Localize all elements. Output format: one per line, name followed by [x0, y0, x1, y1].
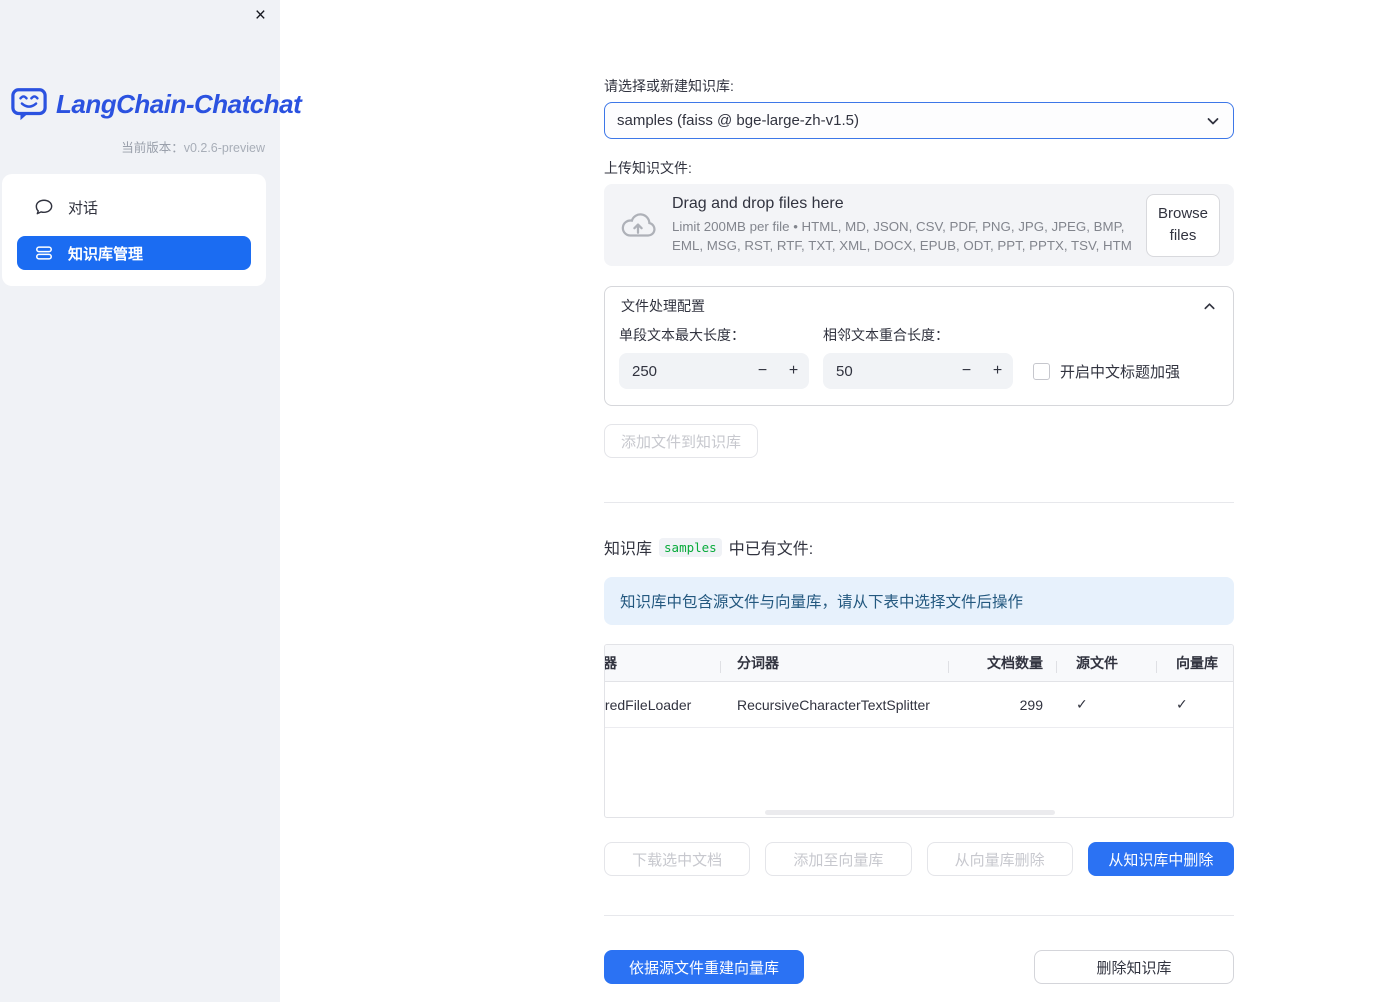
- chunk-size-field: 单段文本最大长度： 250 − +: [619, 325, 809, 389]
- kb-select-label: 请选择或新建知识库:: [604, 78, 734, 94]
- logo-text: LangChain-Chatchat: [56, 88, 302, 119]
- kb-selectbox[interactable]: samples (faiss @ bge-large-zh-v1.5): [604, 102, 1234, 139]
- add-to-vector-store-button[interactable]: 添加至向量库: [765, 842, 912, 876]
- column-header-source-file[interactable]: 源文件: [1056, 653, 1156, 673]
- chat-bubble-icon: [34, 198, 54, 216]
- kb-files-heading: 知识库 samples 中已有文件:: [604, 535, 1234, 559]
- column-header-vector-store[interactable]: 向量库: [1156, 653, 1233, 673]
- overlap-size-stepper[interactable]: 50 − +: [823, 353, 1013, 389]
- version-line: 当前版本：v0.2.6-preview: [0, 137, 280, 156]
- chunk-size-stepper[interactable]: 250 − +: [619, 353, 809, 389]
- file-action-buttons: 下载选中文档 添加至向量库 从向量库删除 从知识库中删除: [604, 842, 1234, 876]
- cell-docs-count: 299: [1019, 696, 1043, 713]
- table-horizontal-scrollbar[interactable]: [765, 810, 1055, 815]
- kb-global-buttons: 依据源文件重建向量库 删除知识库: [604, 950, 1234, 984]
- upload-label: 上传知识文件:: [604, 160, 692, 176]
- sidebar-menu: 对话 知识库管理: [2, 174, 266, 286]
- app-logo: LangChain-Chatchat: [10, 86, 302, 122]
- column-header-docs-count[interactable]: 文档数量: [948, 653, 1056, 673]
- main-area: 请选择或新建知识库: samples (faiss @ bge-large-zh…: [280, 0, 1380, 1002]
- cell-source-file-check: ✓: [1076, 696, 1088, 712]
- dropzone-title: Drag and drop files here: [672, 194, 844, 212]
- overlap-size-field: 相邻文本重合长度： 50 − +: [823, 325, 1013, 389]
- delete-from-kb-button[interactable]: 从知识库中删除: [1087, 842, 1234, 876]
- kb-name-code: samples: [659, 537, 722, 557]
- delete-from-vector-store-button[interactable]: 从向量库删除: [926, 842, 1073, 876]
- close-sidebar-icon[interactable]: ×: [255, 6, 266, 25]
- divider: [604, 915, 1234, 916]
- chevron-down-icon: [1205, 113, 1221, 129]
- table-row[interactable]: UnstructuredFileLoader RecursiveCharacte…: [605, 682, 1233, 728]
- minus-icon[interactable]: −: [747, 362, 778, 380]
- sidebar-item-label: 知识库管理: [68, 245, 144, 263]
- kb-select-value: samples (faiss @ bge-large-zh-v1.5): [617, 112, 859, 129]
- logo-chat-smiley-icon: [10, 86, 48, 122]
- divider: [604, 502, 1234, 503]
- kb-files-prefix: 知识库: [604, 541, 653, 558]
- rebuild-vector-store-button[interactable]: 依据源文件重建向量库: [604, 950, 804, 984]
- column-header-loader[interactable]: 文档加载器: [605, 653, 720, 673]
- plus-icon[interactable]: +: [778, 362, 809, 380]
- file-config-expander: 文件处理配置 单段文本最大长度： 250 − + 相邻文本重合长度： 50 − …: [604, 286, 1234, 406]
- file-dropzone[interactable]: Drag and drop files here Limit 200MB per…: [604, 184, 1234, 266]
- sidebar-item-dialogue[interactable]: 对话: [17, 190, 251, 224]
- download-selected-button[interactable]: 下载选中文档: [604, 842, 751, 876]
- expander-title: 文件处理配置: [621, 298, 705, 314]
- sidebar: × LangChain-Chatchat 当前版本：v0.2.6-preview…: [0, 0, 302, 1002]
- chevron-up-icon: [1202, 299, 1217, 314]
- version-value: v0.2.6-preview: [183, 141, 265, 155]
- cell-loader: UnstructuredFileLoader: [605, 696, 692, 713]
- sidebar-item-label: 对话: [68, 199, 99, 217]
- overlap-size-label: 相邻文本重合长度：: [823, 327, 949, 343]
- add-files-to-kb-button[interactable]: 添加文件到知识库: [604, 424, 759, 458]
- dropzone-limit-text: Limit 200MB per file • HTML, MD, JSON, C…: [672, 218, 1132, 253]
- chunk-size-value[interactable]: 250: [619, 363, 747, 380]
- expander-header[interactable]: 文件处理配置: [605, 287, 1233, 325]
- zh-title-enhance-checkbox[interactable]: [1033, 362, 1050, 380]
- cell-splitter: RecursiveCharacterTextSplitter: [737, 696, 930, 713]
- info-alert-text: 知识库中包含源文件与向量库，请从下表中选择文件后操作: [620, 594, 1024, 611]
- browse-files-button[interactable]: Browse files: [1146, 193, 1220, 257]
- expander-body: 单段文本最大长度： 250 − + 相邻文本重合长度： 50 − + 开启中文标…: [605, 325, 1233, 405]
- chunk-size-label: 单段文本最大长度：: [619, 327, 745, 343]
- kb-files-table[interactable]: 文档加载器 分词器 文档数量 源文件 向量库 UnstructuredFileL…: [604, 644, 1234, 818]
- version-label: 当前版本：: [121, 141, 184, 155]
- cloud-upload-icon: [618, 207, 658, 243]
- zh-title-enhance-label: 开启中文标题加强: [1060, 363, 1181, 381]
- cell-vector-store-check: ✓: [1176, 696, 1188, 712]
- delete-kb-button[interactable]: 删除知识库: [1034, 950, 1234, 984]
- sidebar-item-knowledge-base[interactable]: 知识库管理: [17, 236, 251, 270]
- dropzone-texts: Drag and drop files here Limit 200MB per…: [672, 195, 1136, 256]
- table-header-row: 文档加载器 分词器 文档数量 源文件 向量库: [605, 645, 1233, 682]
- info-alert: 知识库中包含源文件与向量库，请从下表中选择文件后操作: [604, 577, 1234, 625]
- column-header-splitter[interactable]: 分词器: [720, 653, 948, 673]
- kb-files-suffix: 中已有文件:: [728, 541, 814, 558]
- zh-title-enhance-field: 开启中文标题加强: [1033, 353, 1180, 389]
- minus-icon[interactable]: −: [951, 362, 982, 380]
- plus-icon[interactable]: +: [982, 362, 1013, 380]
- overlap-size-value[interactable]: 50: [823, 363, 951, 380]
- kb-list-icon: [34, 244, 54, 262]
